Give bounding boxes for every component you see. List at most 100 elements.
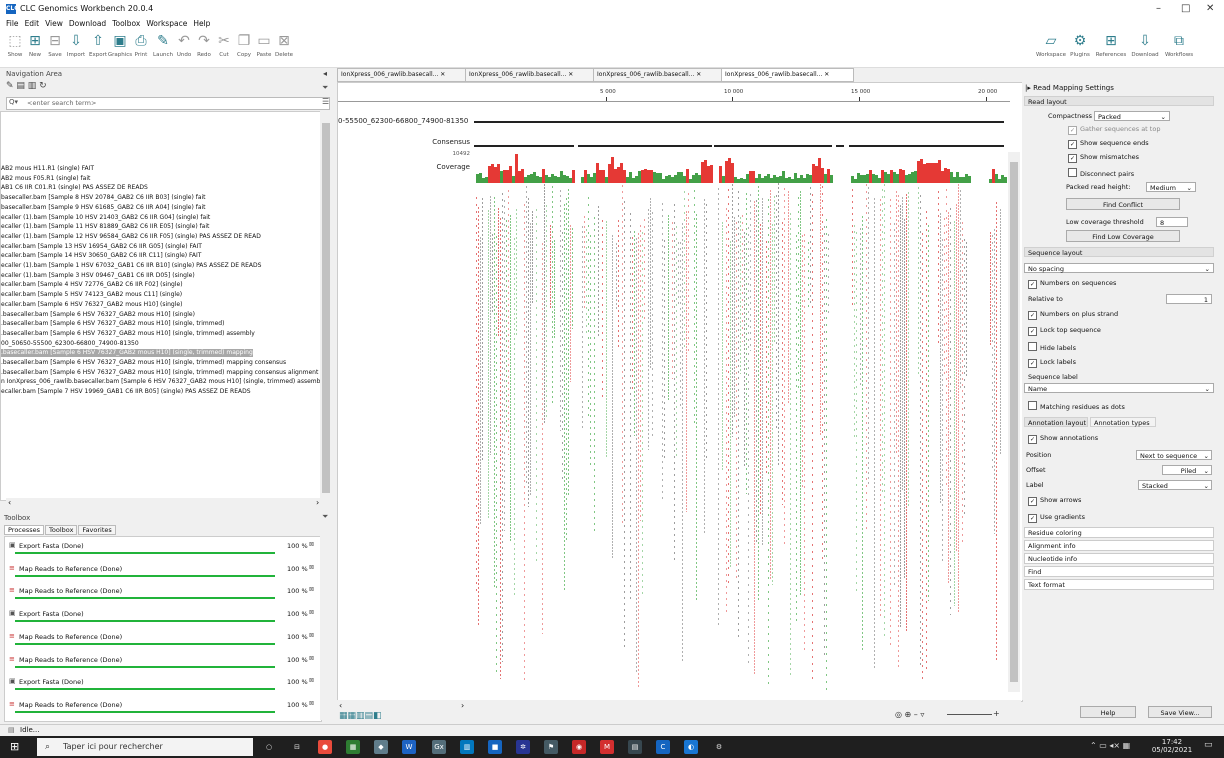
low-coverage-threshold-input[interactable]: 8 bbox=[1156, 217, 1188, 227]
app-icon[interactable]: ■ bbox=[488, 740, 502, 754]
process-info-icon[interactable]: ⊠ bbox=[309, 564, 314, 571]
nav-tree-item[interactable]: AB2 mous F05.R1 (single) fait bbox=[1, 175, 90, 183]
clc-taskbar-icon[interactable]: C bbox=[656, 740, 670, 754]
editor-tab-1[interactable]: IonXpress_006_rawlib.basecall... ✕ bbox=[337, 68, 466, 82]
nav-tree-item[interactable]: ecaller (1).bam [Sample 12 HSV 96584_GAB… bbox=[1, 233, 261, 241]
chrome-icon[interactable]: ● bbox=[318, 740, 332, 754]
system-tray-icons[interactable]: ⌃ ▭ ◂× ▦ bbox=[1090, 741, 1130, 750]
view-switch-icon[interactable]: ▦▦▥▤◧ bbox=[339, 711, 382, 721]
read-mapping-view[interactable]: 5 000 10 000 15 000 20 000 0-55500_62300… bbox=[337, 82, 1023, 702]
navigation-toolbar-icon[interactable]: ✎ ▤ ▥ ↻ bbox=[6, 81, 47, 91]
hide-labels-checkbox[interactable]: Hide labels bbox=[1028, 342, 1076, 352]
process-info-icon[interactable]: ⊠ bbox=[309, 700, 314, 707]
find-low-coverage-button[interactable]: Find Low Coverage bbox=[1066, 230, 1180, 242]
packed-read-height-dropdown[interactable]: Medium ⌄ bbox=[1146, 182, 1196, 192]
nav-tree-item[interactable]: 00_50650-55500_62300-66800_74900-81350 bbox=[1, 340, 139, 348]
minimize-button[interactable]: – bbox=[1156, 3, 1161, 14]
gather-checkbox[interactable]: ✓ Gather sequences at top bbox=[1068, 125, 1160, 135]
app-icon[interactable]: ◐ bbox=[684, 740, 698, 754]
windows-start-icon[interactable]: ⊞ bbox=[10, 740, 19, 753]
process-item[interactable]: ▣ Export Fasta (Done) 100 % ⊠ bbox=[5, 673, 321, 695]
sequence-label-dropdown[interactable]: Name ⌄ bbox=[1024, 383, 1214, 393]
process-item[interactable]: ▣ Export Fasta (Done) 100 % ⊠ bbox=[5, 605, 321, 627]
download-button[interactable]: ⇩ Download bbox=[1130, 33, 1160, 58]
menu-view[interactable]: View bbox=[45, 19, 63, 28]
scroll-thumb[interactable] bbox=[322, 123, 330, 493]
nav-tree-item[interactable]: ecaller (1).bam [Sample 1 HSV 67032_GAB1… bbox=[1, 262, 261, 270]
editor-tab-2[interactable]: IonXpress_006_rawlib.basecall... ✕ bbox=[465, 68, 594, 82]
show-sequence-ends-checkbox[interactable]: ✓ Show sequence ends bbox=[1068, 139, 1149, 149]
notifications-icon[interactable]: ▭ bbox=[1204, 740, 1213, 750]
process-item[interactable]: ≡ Map Reads to Reference (Done) 100 % ⊠ bbox=[5, 628, 321, 650]
editor-tab-4[interactable]: IonXpress_006_rawlib.basecall... ✕ bbox=[721, 68, 854, 82]
scroll-left-icon[interactable]: ‹ bbox=[339, 701, 342, 710]
clock[interactable]: 17:42 05/02/2021 bbox=[1150, 738, 1194, 754]
section-sequence-layout[interactable]: Sequence layout bbox=[1024, 247, 1214, 257]
nav-tree-item[interactable]: ecaller (1).bam [Sample 3 HSV 09467_GAB1… bbox=[1, 272, 195, 280]
nav-tree-item[interactable]: .basecaller.bam [Sample 6 HSV 76327_GAB2… bbox=[1, 349, 253, 358]
zoom-in-icon[interactable]: + bbox=[993, 709, 1000, 718]
collapse-left-icon[interactable]: ◂ bbox=[323, 69, 327, 78]
tab-processes[interactable]: Processes bbox=[4, 525, 45, 535]
nav-tree-item[interactable]: ecaller.bam [Sample 5 HSV 74123_GAB2 mou… bbox=[1, 291, 182, 299]
nav-tree-item[interactable]: n IonXpress_006_rawlib.basecaller.bam [S… bbox=[1, 378, 320, 386]
tab-annotation-layout[interactable]: Annotation layout bbox=[1024, 417, 1088, 427]
nav-tree-item[interactable]: .basecaller.bam [Sample 6 HSV 76327_GAB2… bbox=[1, 330, 255, 338]
gmail-icon[interactable]: M bbox=[600, 740, 614, 754]
nav-tree-item[interactable]: .basecaller.bam [Sample 6 HSV 76327_GAB2… bbox=[1, 369, 318, 377]
show-annotations-checkbox[interactable]: ✓ Show annotations bbox=[1028, 434, 1098, 444]
reads-area[interactable] bbox=[476, 183, 1006, 698]
nav-tree-item[interactable]: AB1 C6 IIR C01.R1 (single) PAS ASSEZ DE … bbox=[1, 184, 148, 192]
task-view-icon[interactable]: ⊟ bbox=[290, 740, 304, 754]
help-button[interactable]: Help bbox=[1080, 706, 1136, 718]
section-alignment-info[interactable]: Alignment info bbox=[1024, 540, 1214, 551]
app-icon[interactable]: ◉ bbox=[572, 740, 586, 754]
scroll-thumb[interactable] bbox=[1010, 162, 1018, 682]
menu-file[interactable]: File bbox=[6, 19, 19, 28]
tab-annotation-types[interactable]: Annotation types bbox=[1090, 417, 1156, 427]
app-icon[interactable]: ▥ bbox=[460, 740, 474, 754]
search-input[interactable]: Q▾ <enter search term> bbox=[6, 97, 330, 110]
process-info-icon[interactable]: ⊠ bbox=[309, 586, 314, 593]
tab-favorites[interactable]: Favorites bbox=[78, 525, 116, 535]
spacing-dropdown[interactable]: No spacing ⌄ bbox=[1024, 263, 1214, 273]
nav-tree-item[interactable]: .basecaller.bam [Sample 6 HSV 76327_GAB2… bbox=[1, 359, 286, 367]
plugins-button[interactable]: ⚙ Plugins bbox=[1066, 33, 1094, 58]
offset-dropdown[interactable]: Piled ⌄ bbox=[1162, 465, 1212, 475]
use-gradients-checkbox[interactable]: ✓ Use gradients bbox=[1028, 513, 1085, 523]
tab-toolbox[interactable]: Toolbox bbox=[45, 525, 78, 535]
nav-tree-item[interactable]: ecaller.bam [Sample 4 HSV 72776_GAB2 C6 … bbox=[1, 281, 183, 289]
process-info-icon[interactable]: ⊠ bbox=[309, 632, 314, 639]
numbers-plus-strand-checkbox[interactable]: ✓ Numbers on plus strand bbox=[1028, 310, 1118, 320]
maximize-button[interactable]: □ bbox=[1181, 3, 1190, 14]
section-residue-coloring[interactable]: Residue coloring bbox=[1024, 527, 1214, 538]
nav-tree-item[interactable]: ecaller (1).bam [Sample 11 HSV 81889_GAB… bbox=[1, 223, 209, 231]
nav-tree-item[interactable]: AB2 mous H11.R1 (single) FAIT bbox=[1, 165, 94, 173]
relative-to-input[interactable]: 1 bbox=[1166, 294, 1212, 304]
position-dropdown[interactable]: Next to sequence ⌄ bbox=[1136, 450, 1212, 460]
matching-residues-checkbox[interactable]: Matching residues as dots bbox=[1028, 401, 1125, 411]
scroll-right-icon[interactable]: › bbox=[316, 498, 319, 507]
lock-labels-checkbox[interactable]: ✓ Lock labels bbox=[1028, 358, 1076, 368]
nav-tree-item[interactable]: ecaller.bam [Sample 7 HSV 19969_GAB1 C6 … bbox=[1, 388, 251, 396]
process-item[interactable]: ≡ Map Reads to Reference (Done) 100 % ⊠ bbox=[5, 560, 321, 582]
nav-tree-item[interactable]: ecaller.bam [Sample 6 HSV 76327_GAB2 mou… bbox=[1, 301, 182, 309]
settings-icon[interactable]: ⚙ bbox=[712, 740, 726, 754]
search-options-icon[interactable]: ☰ bbox=[322, 97, 329, 106]
menu-help[interactable]: Help bbox=[193, 19, 210, 28]
editor-vertical-scrollbar[interactable] bbox=[1008, 152, 1020, 692]
zoom-slider[interactable] bbox=[947, 714, 992, 715]
taskbar-search-input[interactable]: ⌕ Taper ici pour rechercher bbox=[37, 738, 253, 756]
close-button[interactable]: ✕ bbox=[1206, 3, 1214, 14]
cortana-icon[interactable]: ○ bbox=[262, 740, 276, 754]
process-scrollbar[interactable] bbox=[320, 536, 330, 720]
menu-edit[interactable]: Edit bbox=[25, 19, 40, 28]
app-icon[interactable]: Gx bbox=[432, 740, 446, 754]
nav-tree-item[interactable]: basecaller.bam [Sample 9 HSV 61685_GAB2 … bbox=[1, 204, 206, 212]
compactness-dropdown[interactable]: Packed ⌄ bbox=[1094, 111, 1170, 121]
workspace-button[interactable]: ▱ Workspace bbox=[1036, 33, 1066, 58]
app-icon[interactable]: ⚑ bbox=[544, 740, 558, 754]
editor-tab-3[interactable]: IonXpress_006_rawlib.basecall... ✕ bbox=[593, 68, 722, 82]
section-find[interactable]: Find bbox=[1024, 566, 1214, 577]
app-icon[interactable]: ✲ bbox=[516, 740, 530, 754]
